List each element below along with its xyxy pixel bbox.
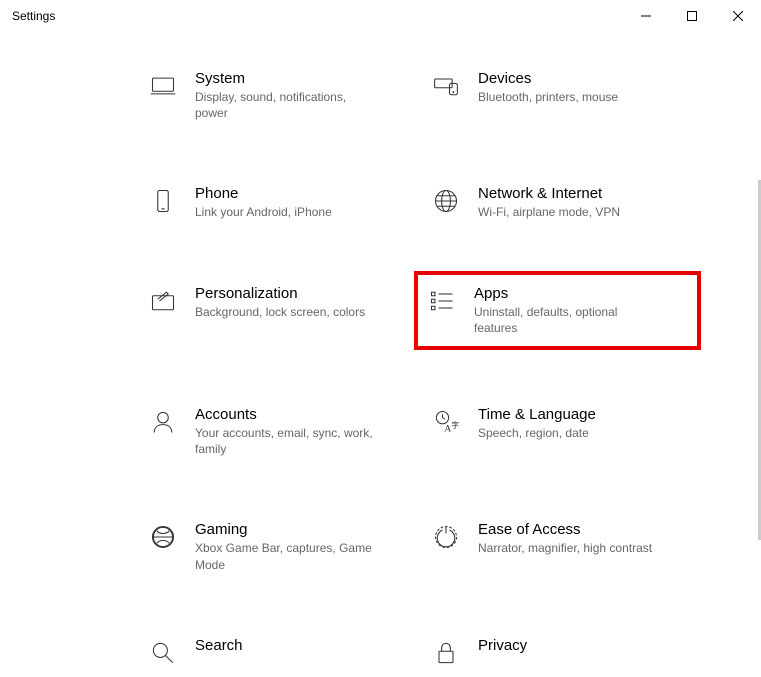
category-desc: Uninstall, defaults, optional features (474, 304, 654, 336)
category-desc: Background, lock screen, colors (195, 304, 365, 320)
globe-icon (430, 185, 462, 217)
category-network[interactable]: Network & Internet Wi-Fi, airplane mode,… (418, 177, 701, 228)
svg-text:字: 字 (451, 420, 459, 430)
category-desc: Your accounts, email, sync, work, family (195, 425, 375, 457)
category-desc: Xbox Game Bar, captures, Game Mode (195, 540, 375, 572)
category-title: Privacy (478, 637, 527, 654)
search-icon (147, 637, 179, 669)
category-system[interactable]: System Display, sound, notifications, po… (135, 62, 418, 129)
phone-icon (147, 185, 179, 217)
svg-text:A: A (444, 424, 451, 435)
category-privacy[interactable]: Privacy (418, 629, 701, 677)
category-title: Personalization (195, 285, 365, 302)
category-grid: System Display, sound, notifications, po… (0, 62, 761, 677)
category-time[interactable]: A字 Time & Language Speech, region, date (418, 398, 701, 465)
category-search[interactable]: Search (135, 629, 418, 677)
category-desc: Bluetooth, printers, mouse (478, 89, 618, 105)
ease-of-access-icon (430, 521, 462, 553)
window-controls (623, 0, 761, 32)
personalization-icon (147, 285, 179, 317)
maximize-button[interactable] (669, 0, 715, 32)
window-title: Settings (12, 9, 55, 23)
close-button[interactable] (715, 0, 761, 32)
category-devices[interactable]: Devices Bluetooth, printers, mouse (418, 62, 701, 129)
category-title: Phone (195, 185, 332, 202)
category-apps[interactable]: Apps Uninstall, defaults, optional featu… (414, 271, 701, 350)
category-desc: Speech, region, date (478, 425, 596, 441)
category-title: Ease of Access (478, 521, 652, 538)
category-gaming[interactable]: Gaming Xbox Game Bar, captures, Game Mod… (135, 513, 418, 580)
category-title: Time & Language (478, 406, 596, 423)
accounts-icon (147, 406, 179, 438)
category-title: Devices (478, 70, 618, 87)
apps-icon (426, 285, 458, 317)
category-desc: Display, sound, notifications, power (195, 89, 375, 121)
titlebar: Settings (0, 0, 761, 32)
category-desc: Wi-Fi, airplane mode, VPN (478, 204, 620, 220)
category-title: Search (195, 637, 243, 654)
category-title: Accounts (195, 406, 375, 423)
devices-icon (430, 70, 462, 102)
time-language-icon: A字 (430, 406, 462, 438)
category-title: Apps (474, 285, 654, 302)
category-desc: Narrator, magnifier, high contrast (478, 540, 652, 556)
lock-icon (430, 637, 462, 669)
category-title: Gaming (195, 521, 375, 538)
system-icon (147, 70, 179, 102)
category-title: System (195, 70, 375, 87)
settings-content: System Display, sound, notifications, po… (0, 32, 761, 677)
category-desc: Link your Android, iPhone (195, 204, 332, 220)
category-ease[interactable]: Ease of Access Narrator, magnifier, high… (418, 513, 701, 580)
category-title: Network & Internet (478, 185, 620, 202)
category-personalization[interactable]: Personalization Background, lock screen,… (135, 277, 418, 350)
gaming-icon (147, 521, 179, 553)
category-accounts[interactable]: Accounts Your accounts, email, sync, wor… (135, 398, 418, 465)
minimize-button[interactable] (623, 0, 669, 32)
category-phone[interactable]: Phone Link your Android, iPhone (135, 177, 418, 228)
